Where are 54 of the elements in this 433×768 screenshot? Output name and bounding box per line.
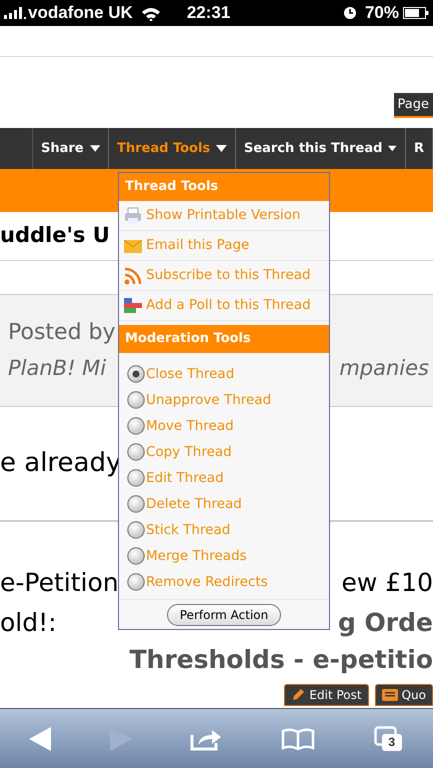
thread-title: uddle's U: [0, 222, 110, 250]
author-text: PlanB! Mi: [8, 355, 106, 382]
back-icon[interactable]: [29, 726, 52, 750]
thread-link[interactable]: Thresholds - e-petitio: [129, 641, 433, 679]
carrier-name: vodafone UK: [28, 2, 133, 24]
thread-link[interactable]: g Orde: [338, 604, 433, 642]
post-text: e already: [0, 447, 122, 480]
edit-post-button[interactable]: Edit Post: [284, 684, 369, 706]
option-label: Unapprove Thread: [146, 390, 272, 410]
tab-count-badge: 3: [382, 734, 402, 750]
menu-header: Thread Tools: [119, 173, 329, 201]
book-icon[interactable]: [281, 728, 316, 750]
perform-action-button[interactable]: Perform Action: [166, 604, 282, 626]
option-label: Delete Thread: [146, 494, 242, 514]
nav-tab[interactable]: Share: [32, 128, 109, 169]
radio-button[interactable]: [127, 391, 145, 409]
signal-icon: [4, 7, 26, 19]
page-tab[interactable]: Page: [394, 92, 433, 118]
radio-button[interactable]: [127, 521, 145, 539]
option-label: Edit Thread: [146, 468, 224, 488]
radio-button[interactable]: [127, 573, 145, 591]
radio-button[interactable]: [127, 365, 145, 383]
bar-chart-icon: [124, 296, 142, 314]
radio-button[interactable]: [127, 495, 145, 513]
nav-tab[interactable]: R: [406, 128, 433, 169]
pencil-icon: [291, 688, 306, 702]
radio-button[interactable]: [127, 443, 145, 461]
printer-icon: [124, 206, 142, 224]
option-label: Stick Thread: [146, 520, 230, 540]
clock-time: 22:31: [186, 2, 230, 24]
post-text: e-Petition: [0, 566, 119, 599]
radio-button[interactable]: [127, 469, 145, 487]
quote-icon: [382, 689, 398, 701]
quote-button[interactable]: Quo: [374, 684, 433, 706]
posted-by-label: Posted by: [8, 319, 116, 348]
post-text: old!:: [0, 606, 57, 639]
post-text: ew £10: [342, 566, 433, 599]
envelope-icon: [124, 236, 142, 254]
author-text: mpanies: [339, 355, 429, 382]
menu-header: Moderation Tools: [119, 325, 329, 353]
nav-tab[interactable]: Thread Tools: [108, 128, 236, 169]
option-label: Close Thread: [146, 364, 234, 384]
wifi-icon: [140, 6, 161, 20]
nav-tab[interactable]: Search this Thread: [236, 128, 406, 169]
battery-icon: [403, 7, 429, 19]
option-label: Move Thread: [146, 416, 234, 436]
radio-button[interactable]: [127, 417, 145, 435]
battery-percentage: 70%: [364, 2, 399, 24]
option-label: Merge Threads: [146, 546, 247, 566]
option-label: Remove Redirects: [146, 572, 268, 592]
rss-icon: [124, 266, 142, 284]
alarm-clock-icon: [342, 6, 357, 20]
option-label: Copy Thread: [146, 442, 232, 462]
radio-button[interactable]: [127, 547, 145, 565]
